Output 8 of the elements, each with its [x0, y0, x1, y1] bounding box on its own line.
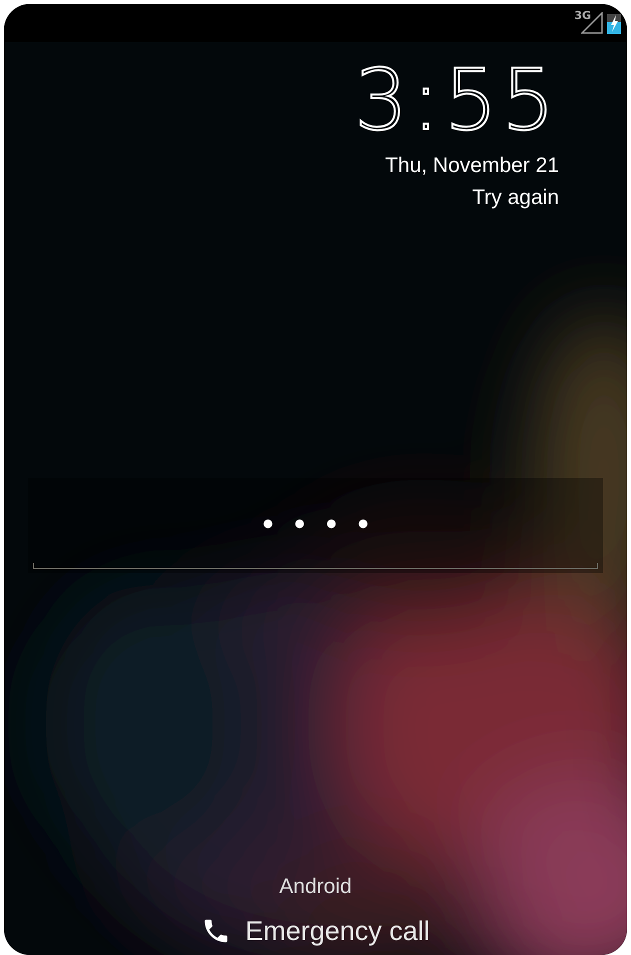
pin-field[interactable]: ••••: [28, 478, 603, 573]
battery-icon: [607, 12, 621, 34]
network-type-label: 3G: [574, 8, 591, 24]
date-label: Thu, November 21: [385, 154, 559, 177]
status-message: Try again: [472, 186, 559, 209]
emergency-call-button[interactable]: Emergency call: [197, 910, 434, 951]
carrier-label: Android: [279, 875, 352, 898]
clock-time: 3:55: [354, 58, 559, 142]
